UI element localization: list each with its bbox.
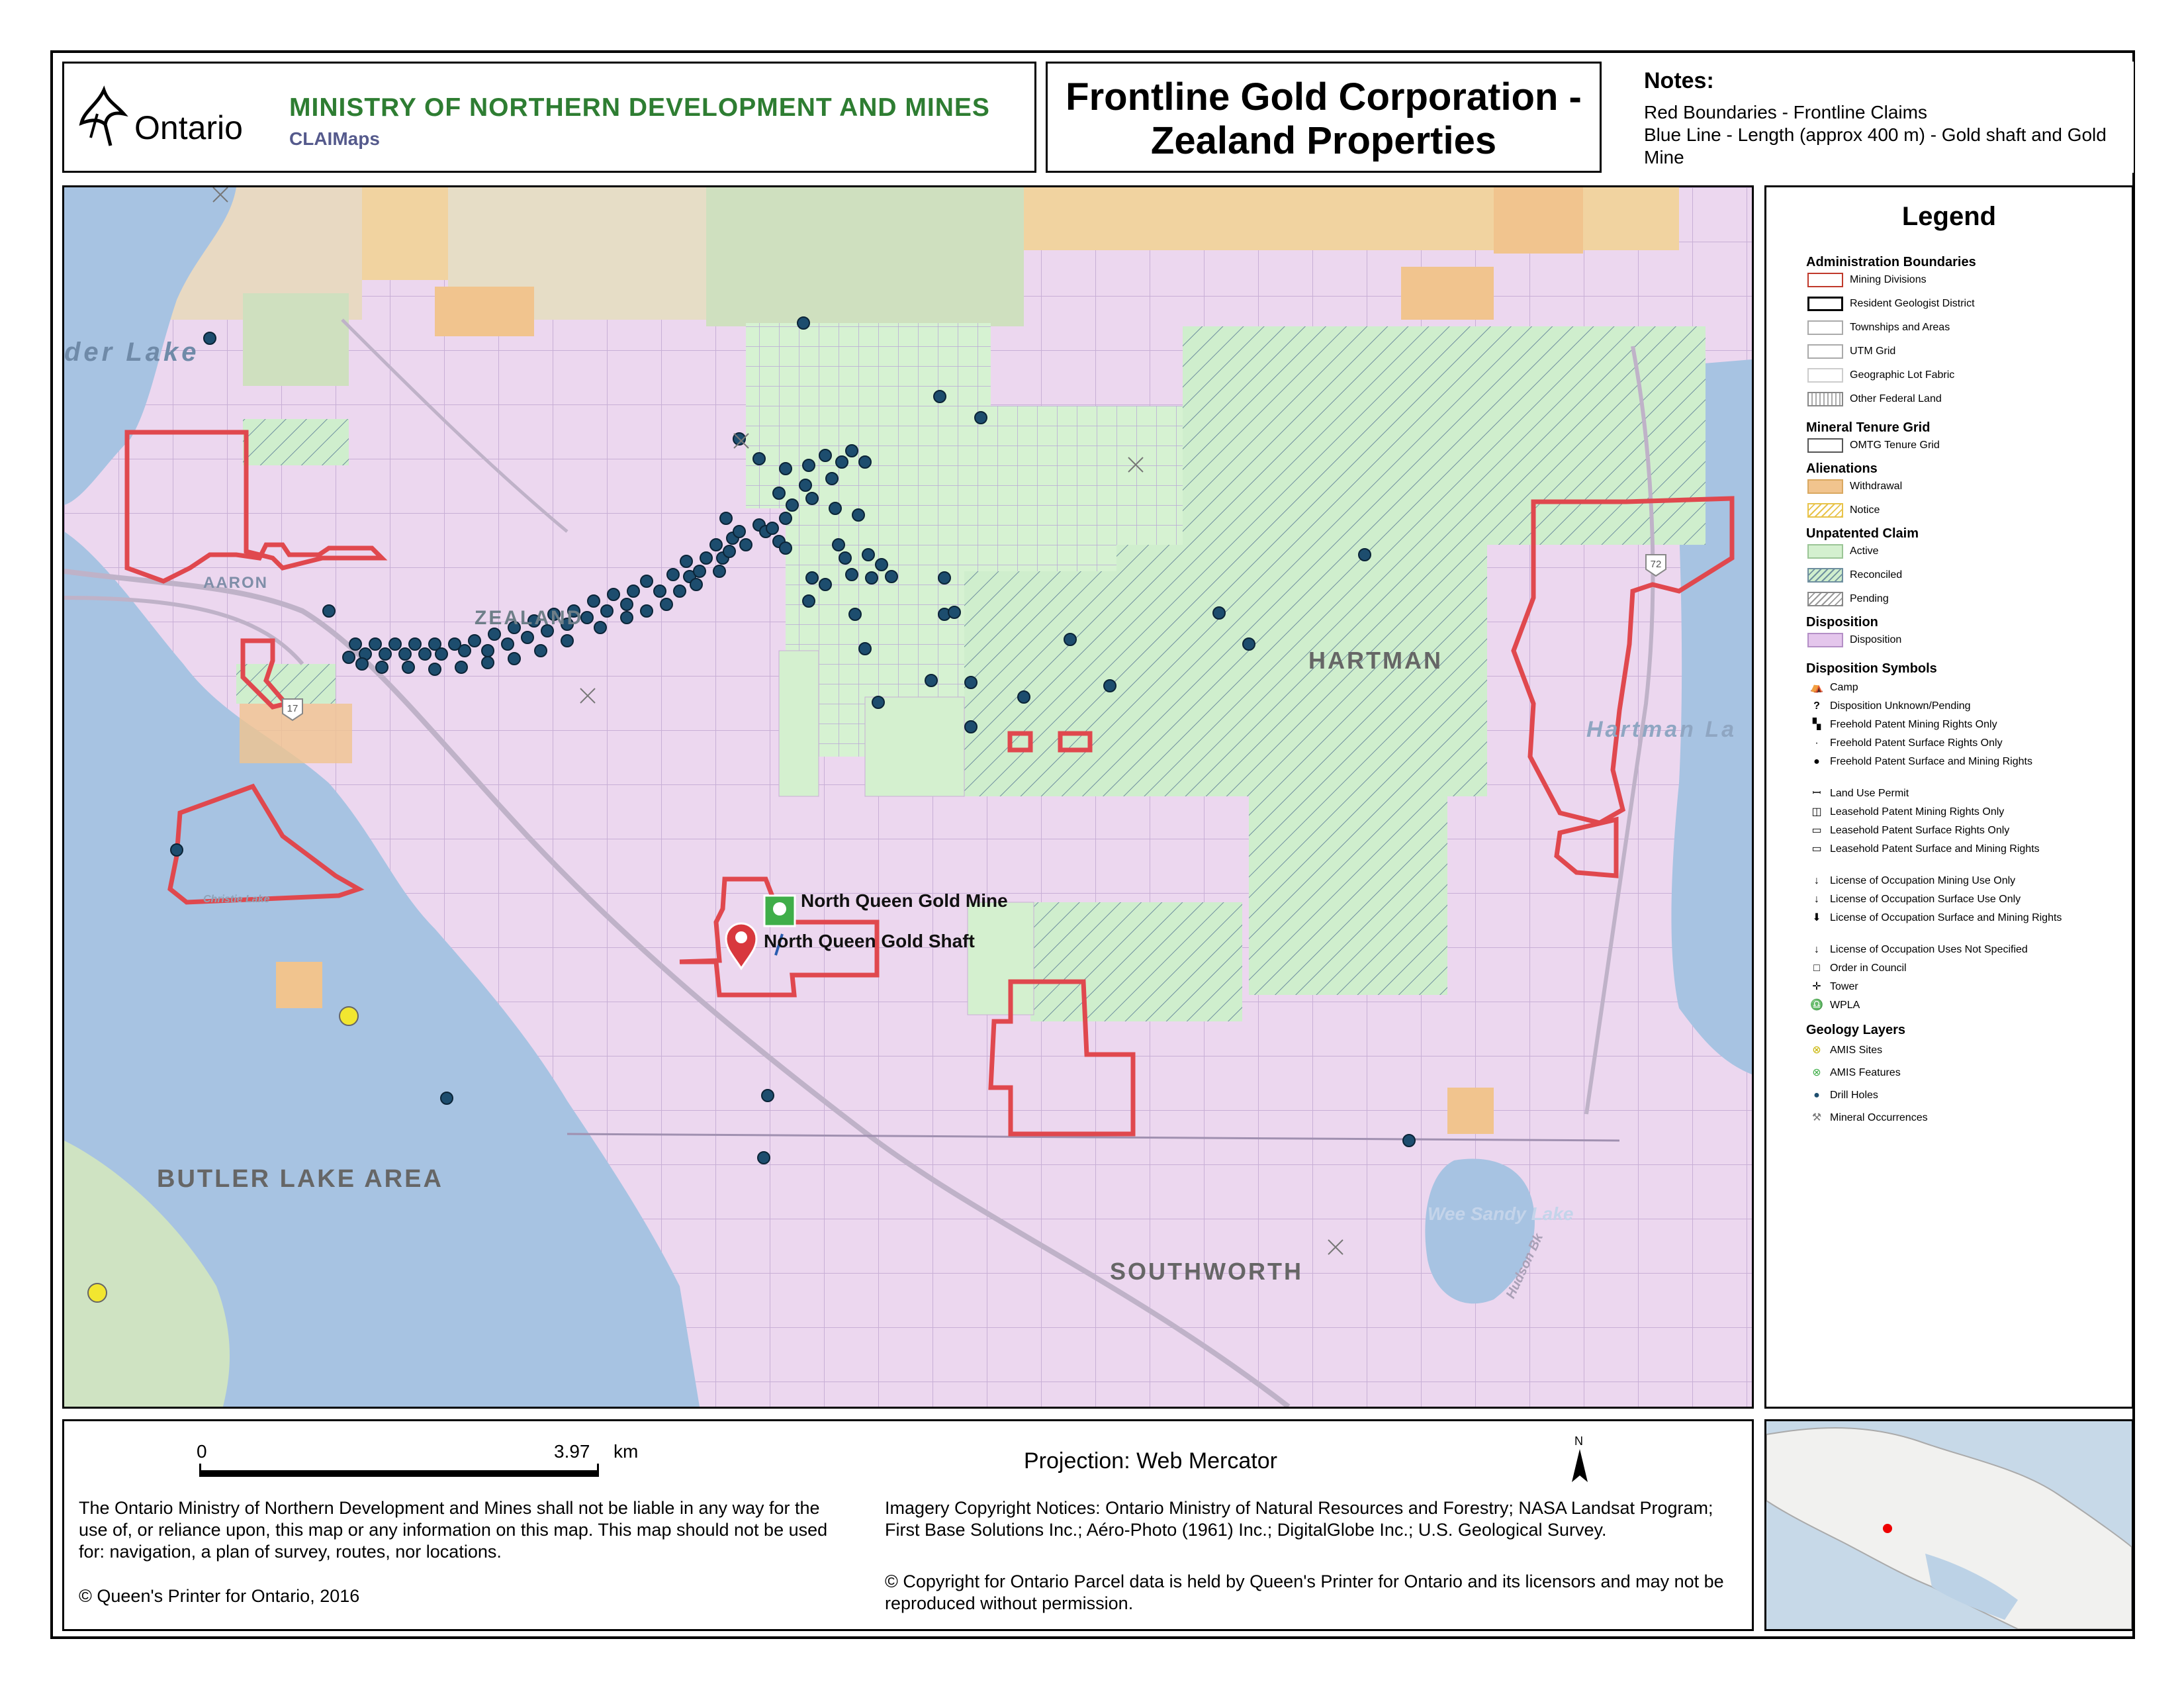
scale-unit: km <box>614 1441 639 1462</box>
freehold-both-icon: ● <box>1813 756 1820 767</box>
forest-area <box>243 293 349 386</box>
land-use-permit-icon: ꟷ <box>1812 788 1821 799</box>
legend-section-admin: Administration Boundaries <box>1806 255 1976 269</box>
map-title-line2: Zealand Properties <box>1150 119 1497 162</box>
reconciled-claims <box>1183 326 1706 545</box>
map-view[interactable]: 17 72 der Lake AARON ZEALAND HARTMAN Har… <box>62 185 1754 1409</box>
ministry-name: MINISTRY OF NORTHERN DEVELOPMENT AND MIN… <box>289 93 990 122</box>
lake-label-christie: Christie Lake <box>203 894 270 905</box>
lake-label-wee-sandy: Wee Sandy Lake <box>1428 1203 1573 1224</box>
forest-area <box>706 187 1024 326</box>
trillium-icon <box>79 85 128 146</box>
withdrawal-area <box>1401 267 1494 320</box>
ontario-wordmark: Ontario <box>134 109 243 146</box>
active-claim-cells <box>746 323 991 508</box>
scale-bar: 0 3.97 km <box>197 1441 660 1481</box>
withdrawal-area <box>1494 187 1583 254</box>
legend-title: Legend <box>1901 202 1997 231</box>
scale-zero: 0 <box>197 1441 207 1462</box>
township-label-zealand: ZEALAND <box>475 607 583 629</box>
withdrawal-area <box>435 287 534 336</box>
wpla-icon: ♎ <box>1810 1000 1823 1011</box>
label-north-queen-gold-mine: North Queen Gold Mine <box>801 890 1008 911</box>
freehold-mining-icon: ▚ <box>1812 719 1821 730</box>
label-north-queen-gold-shaft: North Queen Gold Shaft <box>764 931 975 951</box>
township-label-hartman: HARTMAN <box>1308 647 1443 674</box>
occupation-surface-icon: ↓ <box>1814 894 1819 905</box>
header-ministry-panel: Ontario MINISTRY OF NORTHERN DEVELOPMENT… <box>62 62 1036 173</box>
occupation-unspecified-icon: ↓ <box>1814 944 1819 955</box>
app-name: CLAIMaps <box>289 128 380 149</box>
reconciled-claims <box>964 571 1116 796</box>
withdrawal-area <box>276 962 322 1008</box>
question-icon: ? <box>1813 700 1820 712</box>
legend-section-symbols: Disposition Symbols <box>1806 661 1937 676</box>
north-arrow-icon: N <box>1567 1434 1593 1487</box>
imagery-copyright-text: Imagery Copyright Notices: Ontario Minis… <box>885 1498 1713 1540</box>
occupation-both-icon: ⬇ <box>1812 912 1821 923</box>
tower-icon: ✛ <box>1812 981 1821 992</box>
mineral-occurrence-icon: ⚒ <box>1811 1112 1822 1123</box>
header-title-panel: Frontline Gold Corporation - Zealand Pro… <box>1046 62 1602 173</box>
camp-icon: ⛺ <box>1810 682 1823 693</box>
overview-inset-map[interactable] <box>1764 1419 2134 1631</box>
disclaimer-text: The Ontario Ministry of Northern Develop… <box>79 1498 828 1562</box>
reconciled-claims <box>1249 796 1447 995</box>
scale-value: 3.97 <box>554 1441 590 1462</box>
active-claim <box>864 696 965 797</box>
township-label-southworth: SOUTHWORTH <box>1110 1258 1303 1285</box>
area-label-butler: BUTLER LAKE AREA <box>157 1165 443 1193</box>
footer-panel: 0 3.97 km Projection: Web Mercator N The… <box>62 1419 1754 1631</box>
reconciled-claims <box>1030 902 1242 1021</box>
occupation-mining-icon: ↓ <box>1814 875 1819 886</box>
legend-section-tenure: Mineral Tenure Grid <box>1806 420 1931 435</box>
order-in-council-icon: □ <box>1813 962 1820 974</box>
highway-number-72: 72 <box>1651 559 1662 570</box>
parcel-copyright-text: © Copyright for Ontario Parcel data is h… <box>885 1571 1724 1613</box>
reconciled-claims <box>243 419 349 465</box>
withdrawal-area <box>362 187 448 280</box>
lake-label: der Lake <box>64 338 200 367</box>
lake-label-hartman: Hartman La <box>1586 717 1737 742</box>
legend-section-geology: Geology Layers <box>1806 1023 1906 1037</box>
active-claim <box>778 650 819 797</box>
notes-panel: Notes: Red Boundaries - Frontline Claims… <box>1611 62 2134 173</box>
leasehold-both-icon: ▭ <box>1811 843 1822 855</box>
legend-section-unpatented: Unpatented Claim <box>1806 526 1919 541</box>
amis-feature-icon: ⊗ <box>1812 1067 1821 1078</box>
leasehold-surface-icon: ▭ <box>1811 825 1822 836</box>
freehold-surface-icon: · <box>1815 737 1819 749</box>
north-queen-gold-mine-marker[interactable] <box>763 894 796 927</box>
legend-panel: Legend Administration Boundaries Mining … <box>1764 185 2134 1409</box>
legend-section-alienations: Alienations <box>1806 461 1878 476</box>
highway-number: 17 <box>287 703 298 714</box>
note-red-boundaries: Red Boundaries - Frontline Claims <box>1644 102 1927 122</box>
township-label-aaron: AARON <box>203 574 268 592</box>
notes-heading: Notes: <box>1644 68 1714 93</box>
legend-section-disposition: Disposition <box>1806 615 1878 630</box>
active-claim <box>967 902 1034 1015</box>
projection-text: Projection: Web Mercator <box>1024 1448 1277 1474</box>
location-marker <box>1883 1524 1892 1533</box>
amis-site-icon: ⊗ <box>1812 1045 1821 1056</box>
note-blue-line: Blue Line - Length (approx 400 m) - Gold… <box>1644 124 2107 167</box>
leasehold-mining-icon: ◫ <box>1811 806 1822 818</box>
ontario-logo: Ontario <box>77 85 283 158</box>
map-title-line1: Frontline Gold Corporation - <box>1066 75 1582 118</box>
drill-hole-icon: ● <box>1813 1090 1820 1101</box>
copyright-queens-printer: © Queen's Printer for Ontario, 2016 <box>79 1586 360 1606</box>
withdrawal-area <box>1447 1088 1494 1134</box>
